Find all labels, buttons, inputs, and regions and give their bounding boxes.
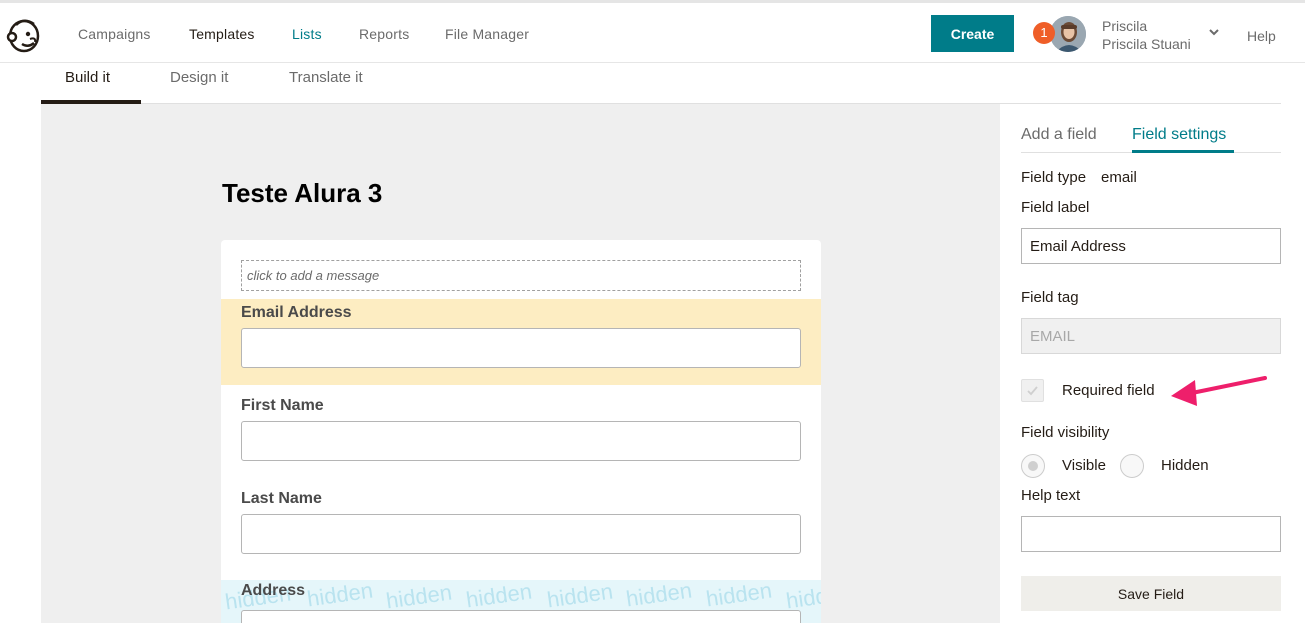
mailchimp-logo-icon[interactable] (6, 15, 42, 55)
tab-field-settings[interactable]: Field settings (1132, 126, 1226, 144)
tab-build-it[interactable]: Build it (65, 69, 110, 86)
annotation-arrow-icon (1171, 376, 1267, 406)
visible-radio[interactable] (1021, 454, 1045, 478)
form-title[interactable]: Teste Alura 3 (222, 178, 382, 209)
tab-design-it[interactable]: Design it (170, 69, 228, 86)
field-label-input[interactable] (1021, 228, 1281, 264)
nav-file-manager[interactable]: File Manager (445, 26, 529, 42)
help-link[interactable]: Help (1247, 28, 1276, 44)
field-label-heading: Field label (1021, 199, 1090, 216)
tab-add-a-field[interactable]: Add a field (1021, 126, 1097, 144)
email-field[interactable] (241, 328, 801, 368)
nav-lists[interactable]: Lists (292, 26, 322, 42)
address-field[interactable] (241, 610, 801, 623)
field-block-address[interactable]: hidden hidden hidden hidden hidden hidde… (221, 580, 821, 623)
save-field-button[interactable]: Save Field (1021, 576, 1281, 611)
form-card: click to add a message Email Address Fir… (221, 240, 821, 623)
page: Campaigns Templates Lists Reports File M… (0, 0, 1305, 623)
help-text-label: Help text (1021, 487, 1081, 504)
nav-campaigns[interactable]: Campaigns (78, 26, 151, 42)
field-label-address: Address (241, 582, 306, 599)
check-icon (1027, 386, 1038, 396)
user-name[interactable]: Priscila Priscila Stuani (1102, 17, 1191, 53)
field-block-first-name[interactable]: First Name (221, 385, 821, 478)
active-panel-tab-indicator (1132, 150, 1234, 153)
field-type-value: email (1101, 169, 1137, 186)
avatar-photo-icon (1050, 16, 1086, 52)
field-block-email[interactable]: Email Address (221, 299, 821, 385)
field-tag-label: Field tag (1021, 289, 1079, 306)
hidden-radio[interactable] (1120, 454, 1144, 478)
user-full-name: Priscila Stuani (1102, 36, 1191, 52)
nav-reports[interactable]: Reports (359, 26, 409, 42)
chevron-down-icon[interactable] (1207, 25, 1221, 39)
create-button[interactable]: Create (931, 15, 1014, 52)
field-label-last-name: Last Name (241, 490, 322, 507)
top-nav: Campaigns Templates Lists Reports File M… (0, 0, 1305, 63)
tab-translate-it[interactable]: Translate it (289, 69, 363, 86)
last-name-field[interactable] (241, 514, 801, 554)
first-name-field[interactable] (241, 421, 801, 461)
hidden-radio-label: Hidden (1161, 457, 1209, 474)
field-tag-input (1021, 318, 1281, 354)
avatar[interactable] (1050, 16, 1086, 52)
field-visibility-label: Field visibility (1021, 424, 1110, 441)
form-message-placeholder[interactable]: click to add a message (241, 260, 801, 291)
field-type-label: Field type (1021, 169, 1087, 186)
required-field-checkbox[interactable] (1021, 379, 1044, 402)
required-field-label: Required field (1062, 382, 1155, 399)
field-label-first-name: First Name (241, 397, 324, 414)
nav-templates[interactable]: Templates (189, 26, 255, 42)
user-first-name: Priscila (1102, 18, 1148, 34)
field-block-last-name[interactable]: Last Name (221, 478, 821, 571)
field-label-email: Email Address (241, 304, 352, 321)
help-text-input[interactable] (1021, 516, 1281, 552)
visible-radio-label: Visible (1062, 457, 1106, 474)
notification-badge[interactable]: 1 (1033, 22, 1055, 44)
